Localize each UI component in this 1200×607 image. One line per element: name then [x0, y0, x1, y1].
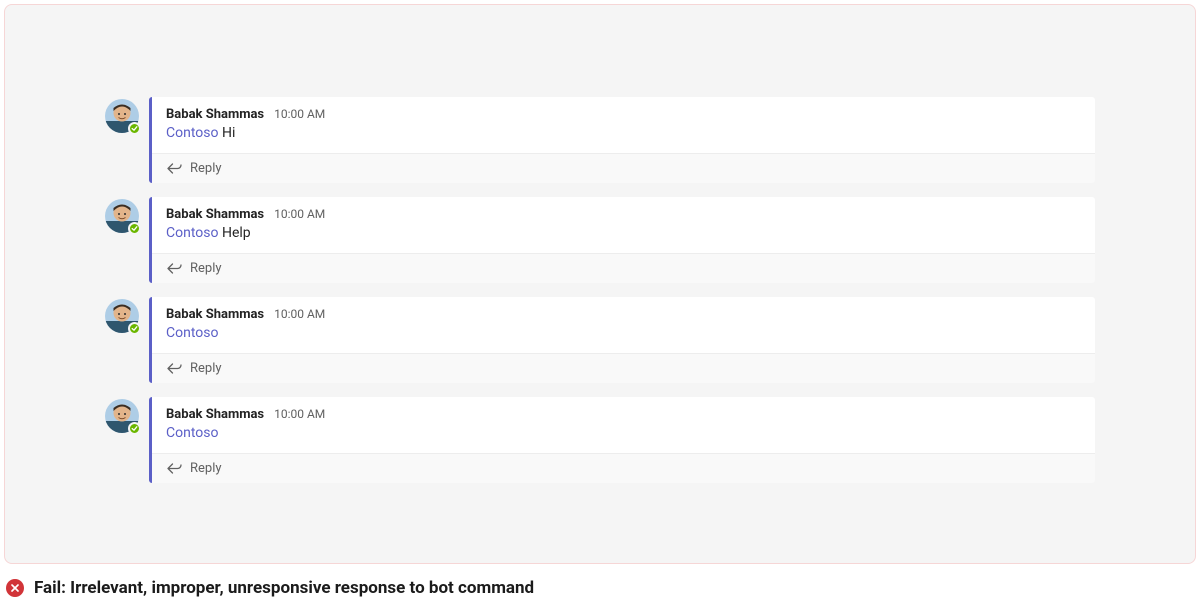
message-row: Babak Shammas 10:00 AM Contoso Hi Reply: [105, 97, 1095, 183]
reply-label: Reply: [190, 361, 222, 376]
reply-label: Reply: [190, 261, 222, 276]
presence-available-icon: [128, 422, 141, 435]
status-text: Fail: Irrelevant, improper, unresponsive…: [34, 578, 534, 598]
message-content[interactable]: Babak Shammas 10:00 AM Contoso Hi: [152, 97, 1095, 153]
message-block: Babak Shammas 10:00 AM Contoso Help Repl…: [149, 197, 1095, 283]
message-content[interactable]: Babak Shammas 10:00 AM Contoso Help: [152, 197, 1095, 253]
avatar[interactable]: [105, 199, 139, 233]
message-block: Babak Shammas 10:00 AM Contoso Reply: [149, 397, 1095, 483]
message-body: Contoso: [166, 324, 1079, 343]
reply-icon: [166, 161, 182, 175]
message-content[interactable]: Babak Shammas 10:00 AM Contoso: [152, 397, 1095, 453]
message-row: Babak Shammas 10:00 AM Contoso Reply: [105, 297, 1095, 383]
message-row: Babak Shammas 10:00 AM Contoso Reply: [105, 397, 1095, 483]
message-row: Babak Shammas 10:00 AM Contoso Help Repl…: [105, 197, 1095, 283]
fail-icon: [6, 579, 24, 597]
reply-label: Reply: [190, 161, 222, 176]
message-body: Contoso Hi: [166, 124, 1079, 143]
avatar[interactable]: [105, 399, 139, 433]
reply-button[interactable]: Reply: [152, 453, 1095, 483]
message-timestamp: 10:00 AM: [274, 107, 325, 121]
message-author: Babak Shammas: [166, 107, 264, 122]
message-body: Contoso: [166, 424, 1079, 443]
mention[interactable]: Contoso: [166, 125, 218, 141]
status-footer: Fail: Irrelevant, improper, unresponsive…: [0, 568, 1200, 602]
message-text: Hi: [222, 125, 235, 141]
reply-icon: [166, 261, 182, 275]
reply-icon: [166, 361, 182, 375]
reply-icon: [166, 461, 182, 475]
message-timestamp: 10:00 AM: [274, 307, 325, 321]
message-timestamp: 10:00 AM: [274, 407, 325, 421]
reply-label: Reply: [190, 461, 222, 476]
message-timestamp: 10:00 AM: [274, 207, 325, 221]
message-content[interactable]: Babak Shammas 10:00 AM Contoso: [152, 297, 1095, 353]
reply-button[interactable]: Reply: [152, 253, 1095, 283]
message-block: Babak Shammas 10:00 AM Contoso Hi Reply: [149, 97, 1095, 183]
reply-button[interactable]: Reply: [152, 353, 1095, 383]
mention[interactable]: Contoso: [166, 225, 218, 241]
message-body: Contoso Help: [166, 224, 1079, 243]
reply-button[interactable]: Reply: [152, 153, 1095, 183]
chat-panel: Babak Shammas 10:00 AM Contoso Hi Reply: [4, 4, 1196, 564]
mention[interactable]: Contoso: [166, 325, 218, 341]
avatar[interactable]: [105, 299, 139, 333]
avatar[interactable]: [105, 99, 139, 133]
presence-available-icon: [128, 222, 141, 235]
message-author: Babak Shammas: [166, 407, 264, 422]
mention[interactable]: Contoso: [166, 425, 218, 441]
message-text: Help: [222, 225, 251, 241]
presence-available-icon: [128, 322, 141, 335]
message-author: Babak Shammas: [166, 307, 264, 322]
message-author: Babak Shammas: [166, 207, 264, 222]
presence-available-icon: [128, 122, 141, 135]
message-block: Babak Shammas 10:00 AM Contoso Reply: [149, 297, 1095, 383]
